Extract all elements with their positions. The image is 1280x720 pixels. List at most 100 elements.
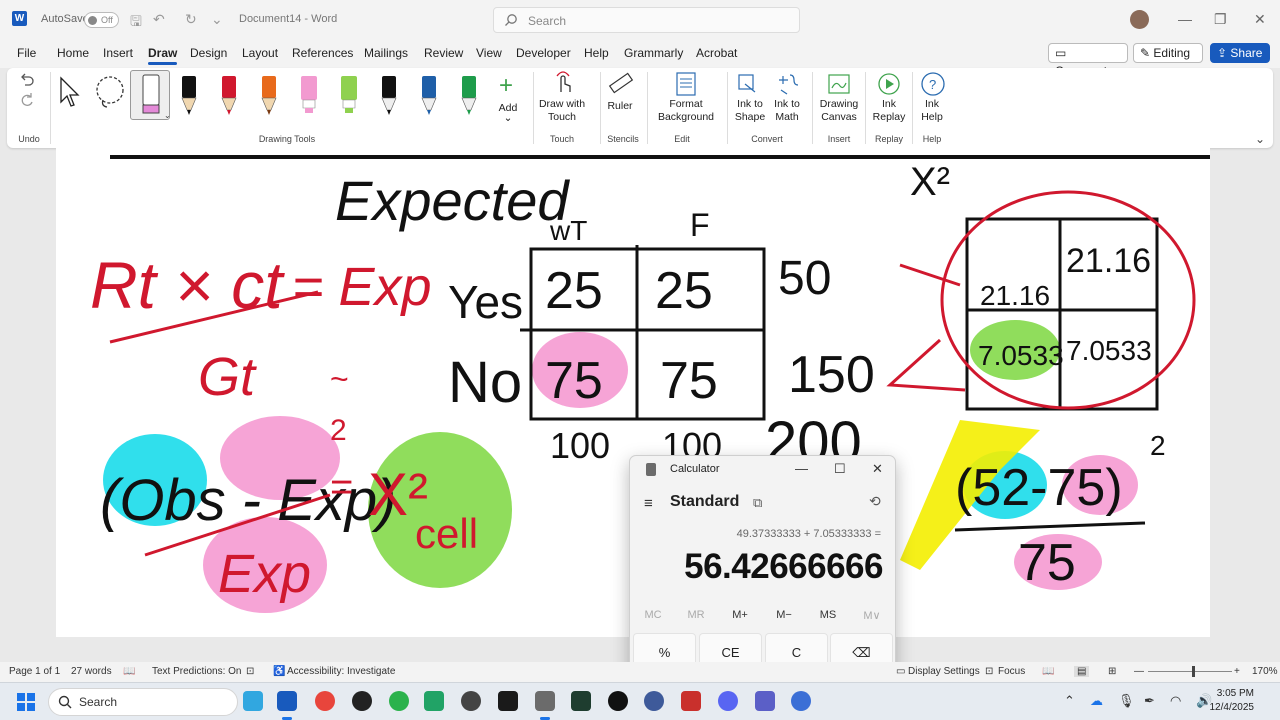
highlighter-pink-icon[interactable] xyxy=(299,74,319,116)
editing-mode-button[interactable]: ✎ Editing ⌄ xyxy=(1133,43,1203,78)
tab-acrobat[interactable]: Acrobat xyxy=(696,46,737,60)
github-icon[interactable] xyxy=(461,691,481,711)
autosave-toggle[interactable]: Off xyxy=(84,12,119,28)
tab-references[interactable]: References xyxy=(292,46,353,60)
pen-green-icon[interactable] xyxy=(459,74,479,116)
save-icon[interactable]: 🖫 xyxy=(130,11,142,35)
comments-button[interactable]: ▭ Comments xyxy=(1048,43,1128,78)
maximize-icon[interactable]: ❐ xyxy=(1214,11,1227,28)
accessibility-status[interactable]: Accessibility: Investigate xyxy=(287,666,395,677)
xbox-icon[interactable] xyxy=(389,691,409,711)
calc-minimize-icon[interactable]: — xyxy=(795,461,808,476)
calculator-window[interactable]: Calculator — ☐ ✕ ≡ Standard ⧉ ⟲ 49.37333… xyxy=(629,455,896,682)
zoom-slider[interactable] xyxy=(1148,666,1232,677)
taskbar-search[interactable]: Search xyxy=(48,688,238,716)
pen-black-icon[interactable] xyxy=(179,74,199,116)
tab-view[interactable]: View xyxy=(476,46,502,60)
display-settings-icon[interactable]: ▭ xyxy=(896,666,905,677)
mem-recall-button[interactable]: MR xyxy=(677,609,715,621)
onedrive-icon[interactable]: ☁ xyxy=(1090,693,1103,709)
ruler-button[interactable]: Ruler xyxy=(604,70,636,130)
mem-clear-button[interactable]: MC xyxy=(634,609,672,621)
eraser-tool[interactable]: ⌄ xyxy=(130,70,171,120)
keep-on-top-icon[interactable]: ⧉ xyxy=(753,495,762,511)
terminal-icon[interactable] xyxy=(571,691,591,711)
zoom-in-icon[interactable]: + xyxy=(1234,666,1240,677)
mem-list-button[interactable]: M∨ xyxy=(853,609,891,622)
ink-to-math-button[interactable]: Ink to Math xyxy=(768,70,806,130)
wifi-icon[interactable]: ◠ xyxy=(1170,693,1181,709)
mem-store-button[interactable]: MS xyxy=(809,609,847,621)
snipping-tool-icon[interactable] xyxy=(243,691,263,711)
lasso-select-icon[interactable] xyxy=(93,74,129,110)
share-button[interactable]: ⇪ Share xyxy=(1210,43,1270,63)
media-app-icon[interactable] xyxy=(498,691,518,711)
format-background-button[interactable]: Format Background xyxy=(651,70,719,130)
title-search-box[interactable]: Search xyxy=(493,7,800,33)
ink-replay-button[interactable]: Ink Replay xyxy=(869,70,909,130)
tab-help[interactable]: Help xyxy=(584,46,609,60)
discord-icon[interactable] xyxy=(718,691,738,711)
obs-icon[interactable] xyxy=(608,691,628,711)
ink-help-button[interactable]: ? Ink Help xyxy=(917,70,947,130)
read-mode-icon[interactable]: 📖 xyxy=(1042,666,1054,677)
pen-red-icon[interactable] xyxy=(219,74,239,116)
zoom-level[interactable]: 170% xyxy=(1252,666,1278,677)
app-grid-icon[interactable] xyxy=(352,691,372,711)
undo-icon[interactable] xyxy=(19,71,35,87)
pdf-app-icon[interactable] xyxy=(681,691,701,711)
pen-blue-icon[interactable] xyxy=(419,74,439,116)
r-app-icon[interactable] xyxy=(791,691,811,711)
teams-icon[interactable] xyxy=(755,691,775,711)
calc-close-icon[interactable]: ✕ xyxy=(872,461,883,477)
tray-chevron-icon[interactable]: ⌃ xyxy=(1064,693,1075,709)
mem-add-button[interactable]: M+ xyxy=(721,609,759,621)
customize-quick-access-icon[interactable]: ⌄ xyxy=(211,11,223,28)
select-objects-icon[interactable] xyxy=(57,76,81,108)
add-pen-button[interactable]: + Add ⌄ xyxy=(495,72,521,132)
ink-to-shape-button[interactable]: Ink to Shape xyxy=(731,70,765,130)
track-changes-icon[interactable]: ⊡ xyxy=(246,666,254,677)
undo-icon[interactable]: ↶ xyxy=(153,11,165,28)
calc-maximize-icon[interactable]: ☐ xyxy=(834,461,846,477)
focus-mode[interactable]: Focus xyxy=(998,666,1025,677)
close-icon[interactable]: ✕ xyxy=(1254,11,1266,28)
tab-file[interactable]: File xyxy=(17,46,36,60)
tab-review[interactable]: Review xyxy=(424,46,463,60)
excel-app-icon[interactable] xyxy=(424,691,444,711)
pencil-orange-icon[interactable] xyxy=(259,74,279,116)
drawing-canvas-button[interactable]: Drawing Canvas xyxy=(815,70,863,130)
menu-icon[interactable]: ≡ xyxy=(644,495,653,512)
draw-with-touch-button[interactable]: Draw with Touch xyxy=(537,70,587,130)
tab-draw[interactable]: Draw xyxy=(148,46,178,65)
tab-grammarly[interactable]: Grammarly xyxy=(624,46,683,60)
zoom-out-icon[interactable]: — xyxy=(1134,666,1144,677)
chrome-icon[interactable] xyxy=(315,691,335,711)
page-count[interactable]: Page 1 of 1 xyxy=(9,666,60,677)
minimize-icon[interactable]: — xyxy=(1178,11,1192,27)
web-layout-icon[interactable]: ⊞ xyxy=(1108,666,1116,677)
display-settings[interactable]: Display Settings xyxy=(908,666,980,677)
mem-subtract-button[interactable]: M− xyxy=(765,609,803,621)
pen-tray-icon[interactable]: ✒ xyxy=(1144,693,1155,709)
tab-mailings[interactable]: Mailings xyxy=(364,46,408,60)
tab-design[interactable]: Design xyxy=(190,46,227,60)
word-count[interactable]: 27 words xyxy=(71,666,112,677)
avatar[interactable] xyxy=(1130,10,1149,29)
windows-start-icon[interactable] xyxy=(17,693,35,711)
redo-icon[interactable]: ↻ xyxy=(185,11,197,28)
tab-developer[interactable]: Developer xyxy=(516,46,571,60)
collapse-ribbon-icon[interactable]: ⌄ xyxy=(1255,132,1265,146)
redo-icon[interactable] xyxy=(19,91,35,107)
word-taskbar-icon[interactable] xyxy=(277,691,297,720)
system-clock[interactable]: 3:05 PM 12/4/2025 xyxy=(1210,687,1255,715)
pen-black-2-icon[interactable] xyxy=(379,74,399,116)
proofing-icon[interactable]: 📖 xyxy=(123,666,135,677)
tab-layout[interactable]: Layout xyxy=(242,46,278,60)
highlighter-green-icon[interactable] xyxy=(339,74,359,116)
tab-home[interactable]: Home xyxy=(57,46,89,60)
text-predictions[interactable]: Text Predictions: On xyxy=(152,666,241,677)
microphone-icon[interactable]: 🎙 xyxy=(1118,693,1135,709)
tab-insert[interactable]: Insert xyxy=(103,46,133,60)
focus-icon[interactable]: ⊡ xyxy=(985,666,993,677)
